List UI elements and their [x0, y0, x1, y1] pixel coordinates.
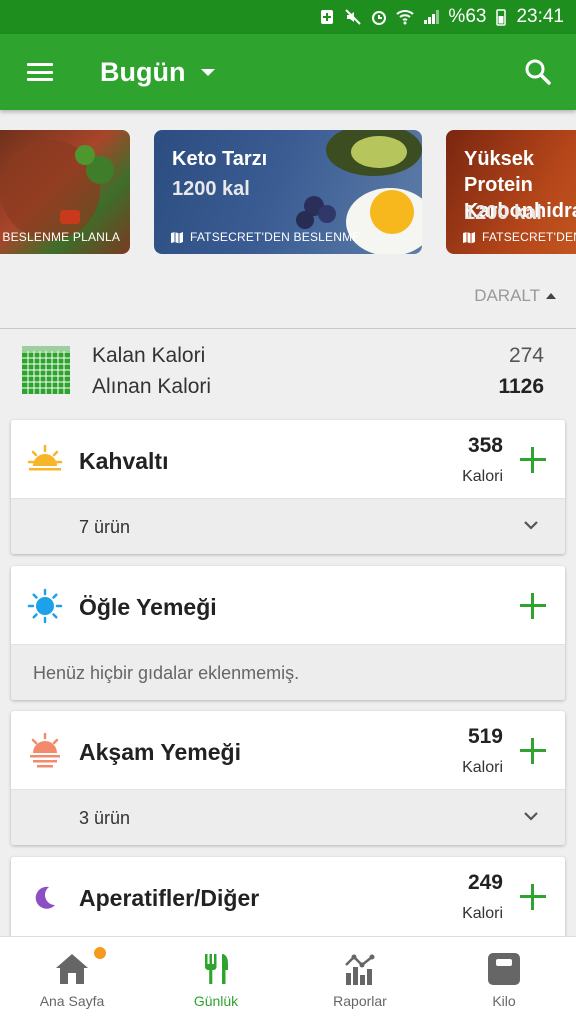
card-source-label: FATSECRET'DEN	[482, 230, 576, 244]
meal-name: Aperatifler/Diğer	[79, 885, 260, 911]
empty-message: Henüz hiçbir gıdalar eklenmemiş.	[33, 663, 300, 683]
meal-empty-state: Henüz hiçbir gıdalar eklenmemiş.	[11, 644, 565, 700]
meal-calories: 519	[467, 725, 503, 748]
notification-dot	[94, 947, 106, 959]
add-food-button[interactable]	[519, 446, 547, 474]
clock-time: 23:41	[516, 6, 564, 27]
meal-card-lunch: Öğle Yemeği Henüz hiçbir gıdalar eklenme…	[11, 566, 565, 700]
meal-calories-label: Kalori	[462, 468, 503, 485]
status-icons	[318, 8, 440, 26]
chevron-down-icon	[201, 68, 216, 76]
mute-icon	[345, 9, 362, 25]
remaining-calories-value: 274	[508, 344, 544, 367]
card-source-label: FATSECRET'DEN BESLENME	[190, 230, 361, 244]
map-icon	[171, 231, 183, 243]
meal-header[interactable]: Aperatifler/Diğer 249 Kalori	[11, 857, 565, 935]
meal-card-breakfast: Kahvaltı 358 Kalori 7 ürün	[11, 420, 565, 554]
sunrise-icon	[27, 444, 63, 471]
bottom-navigation: Ana Sayfa Günlük Raporlar Kilo	[0, 936, 576, 1024]
add-food-button[interactable]	[519, 737, 547, 765]
meal-name: Kahvaltı	[79, 448, 169, 474]
menu-button[interactable]	[0, 34, 80, 110]
chart-icon	[345, 954, 375, 985]
meal-header[interactable]: Kahvaltı 358 Kalori	[11, 420, 565, 498]
date-selector[interactable]: Bugün	[100, 56, 216, 88]
nav-item-weight[interactable]: Kilo	[432, 937, 576, 1024]
calendar-grid-icon	[22, 346, 70, 394]
card-calories: 1200 kal	[464, 202, 542, 224]
chevron-down-icon	[524, 812, 538, 821]
map-icon	[463, 231, 475, 243]
alarm-icon	[372, 11, 387, 25]
chevron-up-icon	[546, 293, 556, 299]
page-title: Bugün	[100, 56, 186, 87]
meal-plan-card[interactable]: N BESLENME PLANLA	[0, 130, 130, 254]
card-title: Keto Tarzı	[172, 148, 268, 170]
meal-calories-label: Kalori	[462, 905, 503, 922]
collapse-label: DARALT	[474, 286, 540, 305]
nav-item-reports[interactable]: Raporlar	[288, 937, 432, 1024]
calorie-summary: Kalan Kalori 274 Alınan Kalori 1126	[0, 342, 576, 402]
meal-plan-card[interactable]: Keto Tarzı 1200 kal FATSECRET'DEN BESLEN…	[154, 130, 422, 254]
sunset-icon	[30, 733, 60, 768]
battery-level: %63	[448, 6, 487, 27]
battery-icon	[496, 9, 507, 26]
scale-icon	[488, 953, 520, 985]
meal-header[interactable]: Öğle Yemeği	[11, 566, 565, 644]
nav-label: Kilo	[492, 993, 516, 1009]
wifi-icon	[396, 10, 415, 25]
divider	[0, 328, 576, 329]
nav-label: Ana Sayfa	[39, 993, 105, 1009]
fork-knife-icon	[205, 954, 228, 984]
battery-saver-icon	[321, 10, 334, 24]
card-calories: 1200 kal	[172, 178, 250, 200]
meal-items-toggle[interactable]: 7 ürün	[11, 498, 565, 554]
meal-calories: 358	[467, 434, 503, 457]
moon-icon	[35, 886, 55, 909]
meal-calories-label: Kalori	[462, 759, 503, 776]
signal-icon	[424, 10, 440, 24]
chevron-down-icon	[524, 521, 538, 530]
search-icon[interactable]	[524, 58, 552, 86]
meal-plan-card[interactable]: Yüksek Protein Karbonhidrat 1200 kal FAT…	[446, 130, 576, 254]
meal-name: Öğle Yemeği	[79, 594, 217, 620]
nav-label: Raporlar	[333, 993, 387, 1009]
meal-calories: 249	[467, 871, 503, 894]
consumed-calories-label: Alınan Kalori	[92, 375, 212, 398]
card-source: FATSECRET'DEN	[462, 230, 576, 244]
nav-item-diary[interactable]: Günlük	[144, 937, 288, 1024]
home-icon	[56, 954, 88, 984]
card-source-label: N BESLENME PLANLA	[0, 230, 121, 244]
meal-header[interactable]: Akşam Yemeği 519 Kalori	[11, 711, 565, 789]
add-food-button[interactable]	[519, 883, 547, 911]
card-source: N BESLENME PLANLA	[0, 230, 120, 244]
add-food-button[interactable]	[519, 592, 547, 620]
meal-items-toggle[interactable]: 3 ürün	[11, 789, 565, 845]
meal-plan-carousel[interactable]: N BESLENME PLANLA Keto Tarzı 1200 kal FA…	[0, 128, 576, 256]
nav-item-home[interactable]: Ana Sayfa	[0, 937, 144, 1024]
meal-item-count: 7 ürün	[79, 517, 131, 537]
meal-card-dinner: Akşam Yemeği 519 Kalori 3 ürün	[11, 711, 565, 845]
nav-label: Günlük	[193, 993, 239, 1009]
meal-card-snacks: Aperatifler/Diğer 249 Kalori	[11, 857, 565, 947]
sun-icon	[27, 588, 63, 624]
meal-name: Akşam Yemeği	[79, 739, 241, 765]
collapse-button[interactable]: DARALT	[474, 276, 556, 316]
app-bar: Bugün	[0, 34, 576, 110]
menu-icon	[27, 63, 53, 81]
card-source: FATSECRET'DEN BESLENME	[170, 230, 361, 244]
meal-item-count: 3 ürün	[79, 808, 131, 828]
remaining-calories-label: Kalan Kalori	[92, 344, 206, 367]
status-bar: %63 23:41	[0, 0, 576, 34]
consumed-calories-value: 1126	[498, 375, 544, 398]
